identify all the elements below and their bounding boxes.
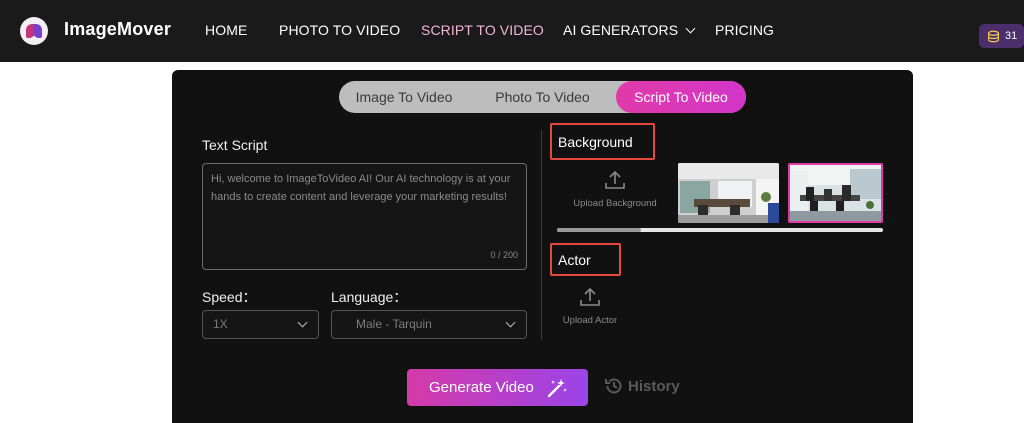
- upload-background-label: Upload Background: [573, 198, 657, 209]
- background-thumbnail-selected[interactable]: [788, 163, 883, 223]
- background-thumbnail[interactable]: [678, 163, 779, 223]
- office-photo-image: [790, 165, 881, 221]
- magic-wand-icon: [547, 379, 567, 398]
- tab-image-to-video[interactable]: Image To Video: [339, 81, 469, 113]
- upload-actor-button[interactable]: Upload Actor: [550, 286, 630, 326]
- tab-photo-to-video[interactable]: Photo To Video: [469, 81, 616, 113]
- scrollbar-thumb[interactable]: [557, 228, 641, 232]
- chevron-down-icon: [685, 23, 696, 34]
- script-textarea[interactable]: Hi, welcome to ImageToVideo AI! Our AI t…: [202, 163, 527, 270]
- history-button[interactable]: History: [604, 376, 680, 396]
- top-navbar: ImageMover HOME PHOTO TO VIDEO SCRIPT TO…: [0, 0, 1024, 62]
- chevron-down-icon: [505, 317, 516, 328]
- logo-icon[interactable]: [20, 17, 48, 45]
- background-label: Background: [558, 134, 633, 150]
- mode-tabs: Image To Video Photo To Video Script To …: [339, 81, 746, 113]
- generate-video-label: Generate Video: [429, 379, 534, 396]
- text-script-label: Text Script: [202, 137, 268, 153]
- upload-icon: [580, 287, 600, 306]
- upload-background-button[interactable]: Upload Background: [565, 169, 665, 209]
- actor-label: Actor: [558, 252, 591, 268]
- column-divider: [541, 130, 542, 340]
- nav-ai-generators[interactable]: AI GENERATORS: [563, 22, 696, 38]
- history-clock-icon: [605, 378, 622, 394]
- generate-video-button[interactable]: Generate Video: [407, 369, 588, 406]
- thumbnail-scrollbar[interactable]: [557, 228, 883, 232]
- speed-label: Speed：: [202, 289, 257, 305]
- nav-home[interactable]: HOME: [205, 22, 247, 38]
- language-label: Language：: [331, 289, 408, 305]
- nav-photo-to-video[interactable]: PHOTO TO VIDEO: [279, 22, 400, 38]
- credits-badge[interactable]: 31: [979, 24, 1024, 48]
- tab-script-to-video[interactable]: Script To Video: [616, 81, 746, 113]
- language-select[interactable]: Male - Tarquin: [331, 310, 527, 339]
- coin-stack-icon: [988, 30, 999, 42]
- speed-select[interactable]: 1X: [202, 310, 319, 339]
- nav-script-to-video[interactable]: SCRIPT TO VIDEO: [421, 22, 544, 38]
- chevron-down-icon: [297, 317, 308, 328]
- script-text: Hi, welcome to ImageToVideo AI! Our AI t…: [211, 173, 511, 203]
- actor-highlight-box: Actor: [550, 243, 621, 276]
- char-counter: 0 / 200: [490, 250, 518, 260]
- nav-ai-generators-label: AI GENERATORS: [563, 22, 679, 38]
- upload-actor-label: Upload Actor: [562, 315, 618, 326]
- script-to-video-panel: Image To Video Photo To Video Script To …: [172, 70, 913, 423]
- nav-pricing[interactable]: PRICING: [715, 22, 774, 38]
- speed-value: 1X: [213, 317, 228, 331]
- upload-icon: [605, 170, 625, 189]
- credits-count: 31: [1005, 30, 1018, 42]
- history-label: History: [628, 377, 680, 395]
- background-highlight-box: Background: [550, 123, 655, 160]
- language-value: Male - Tarquin: [356, 317, 432, 331]
- office-photo-image: [678, 163, 779, 223]
- brand-name[interactable]: ImageMover: [64, 19, 171, 40]
